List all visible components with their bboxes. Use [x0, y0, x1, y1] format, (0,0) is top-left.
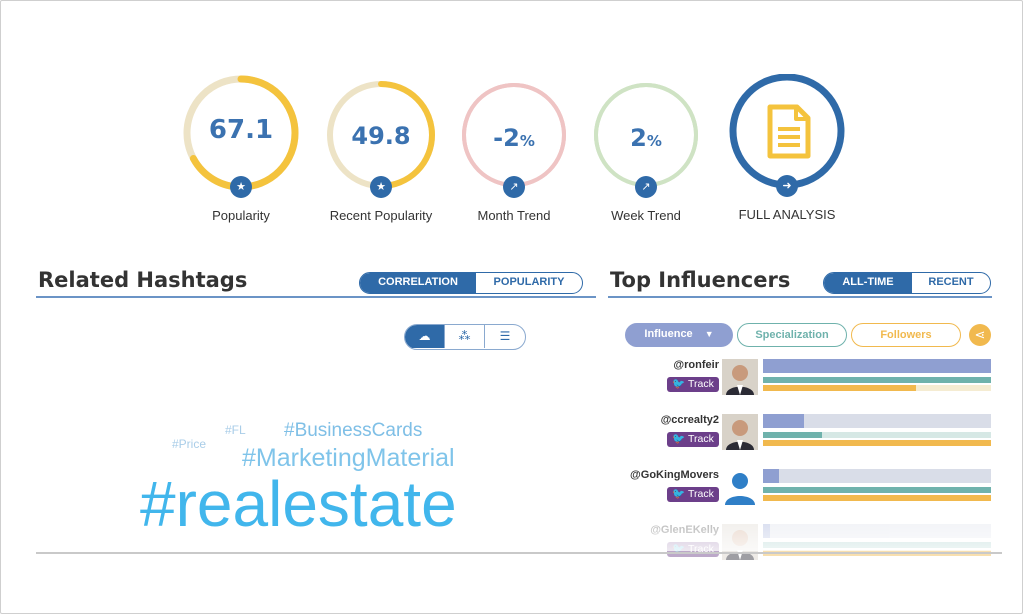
month-trend-value: -2%	[493, 124, 535, 152]
influence-filter[interactable]: Influence ▼	[625, 323, 733, 347]
influence-bar-fill	[763, 414, 805, 428]
user-photo-icon	[722, 524, 758, 560]
hashtag-word[interactable]: #realestate	[140, 472, 457, 536]
avatar[interactable]	[722, 359, 758, 395]
specialization-bar-fill	[763, 377, 991, 383]
top-influencers-rule	[608, 296, 992, 298]
influencers-toggle[interactable]: ALL-TIME RECENT	[823, 272, 991, 294]
list-view-icon[interactable]: ☰	[485, 325, 525, 348]
followers-bar	[763, 385, 991, 391]
followers-bar-fill	[763, 495, 991, 501]
default-user-icon	[725, 473, 755, 505]
related-hashtags-title: Related Hashtags	[38, 268, 248, 292]
recent-popularity-value: 49.8	[351, 122, 411, 150]
trend-icon: ↗	[503, 176, 525, 198]
user-photo-icon	[722, 414, 758, 450]
influence-bar-fill	[763, 359, 991, 373]
influence-bar	[763, 359, 991, 373]
full-analysis-label: FULL ANALYSIS	[738, 207, 836, 222]
view-switcher[interactable]: ☁ ⁂ ☰	[404, 324, 526, 350]
followers-bar	[763, 440, 991, 446]
influence-bar	[763, 414, 991, 428]
influence-bar-fill	[763, 469, 779, 483]
related-toggle[interactable]: CORRELATION POPULARITY	[359, 272, 583, 294]
followers-bar-fill	[763, 440, 991, 446]
influencer-handle[interactable]: @GoKingMovers	[630, 469, 719, 481]
correlation-tab[interactable]: CORRELATION	[360, 273, 476, 293]
specialization-bar-fill	[763, 542, 991, 548]
specialization-bar-fill	[763, 487, 991, 493]
followers-bar	[763, 495, 991, 501]
followers-filter[interactable]: Followers	[851, 323, 961, 347]
track-button[interactable]: 🐦 Track	[667, 542, 719, 557]
influence-bar	[763, 524, 991, 538]
cloud-view-icon[interactable]: ☁	[405, 325, 445, 348]
dropdown-caret-icon: ▼	[704, 329, 714, 339]
hashtag-word[interactable]: #Price	[172, 437, 206, 451]
share-icon[interactable]: ⋖	[969, 324, 991, 346]
related-hashtags-rule	[36, 296, 596, 298]
recent-tab[interactable]: RECENT	[912, 273, 990, 293]
trend-icon: ↗	[635, 176, 657, 198]
track-button[interactable]: 🐦 Track	[667, 487, 719, 502]
bottom-divider	[36, 552, 1002, 554]
metric-popularity[interactable]: 67.1 ★ Popularity	[180, 75, 302, 225]
specialization-bar-fill	[763, 432, 823, 438]
influence-bar	[763, 469, 991, 483]
avatar[interactable]	[722, 524, 758, 560]
influencer-handle[interactable]: @ccrealty2	[661, 414, 719, 426]
star-icon: ★	[370, 176, 392, 198]
specialization-filter[interactable]: Specialization	[737, 323, 847, 347]
user-photo-icon	[722, 359, 758, 395]
hashtag-word[interactable]: #FL	[225, 423, 246, 437]
week-trend-value: 2%	[630, 124, 662, 152]
star-icon: ★	[230, 176, 252, 198]
avatar[interactable]	[722, 469, 758, 505]
influencer-handle[interactable]: @ronfeir	[673, 359, 719, 371]
arrow-right-icon: ➜	[776, 175, 798, 197]
metric-week-trend[interactable]: 2% ↗ Week Trend	[587, 80, 705, 225]
specialization-bar	[763, 487, 991, 493]
track-button[interactable]: 🐦 Track	[667, 377, 719, 392]
influencer-handle[interactable]: @GlenEKelly	[650, 524, 719, 536]
followers-bar-fill	[763, 385, 916, 391]
track-button[interactable]: 🐦 Track	[667, 432, 719, 447]
popularity-value: 67.1	[208, 115, 274, 145]
avatar[interactable]	[722, 414, 758, 450]
specialization-bar	[763, 432, 991, 438]
document-icon	[767, 104, 811, 159]
bubble-view-icon[interactable]: ⁂	[445, 325, 485, 348]
metric-month-trend[interactable]: -2% ↗ Month Trend	[455, 80, 573, 225]
specialization-bar	[763, 377, 991, 383]
influence-bar-fill	[763, 524, 770, 538]
specialization-bar	[763, 542, 991, 548]
hashtag-word[interactable]: #BusinessCards	[284, 420, 422, 442]
top-influencers-title: Top Influencers	[610, 268, 791, 292]
all-time-tab[interactable]: ALL-TIME	[824, 273, 912, 293]
full-analysis-button[interactable]: ➜ FULL ANALYSIS	[726, 74, 848, 225]
popularity-tab[interactable]: POPULARITY	[476, 273, 582, 293]
metric-recent-popularity[interactable]: 49.8 ★ Recent Popularity	[322, 80, 440, 225]
